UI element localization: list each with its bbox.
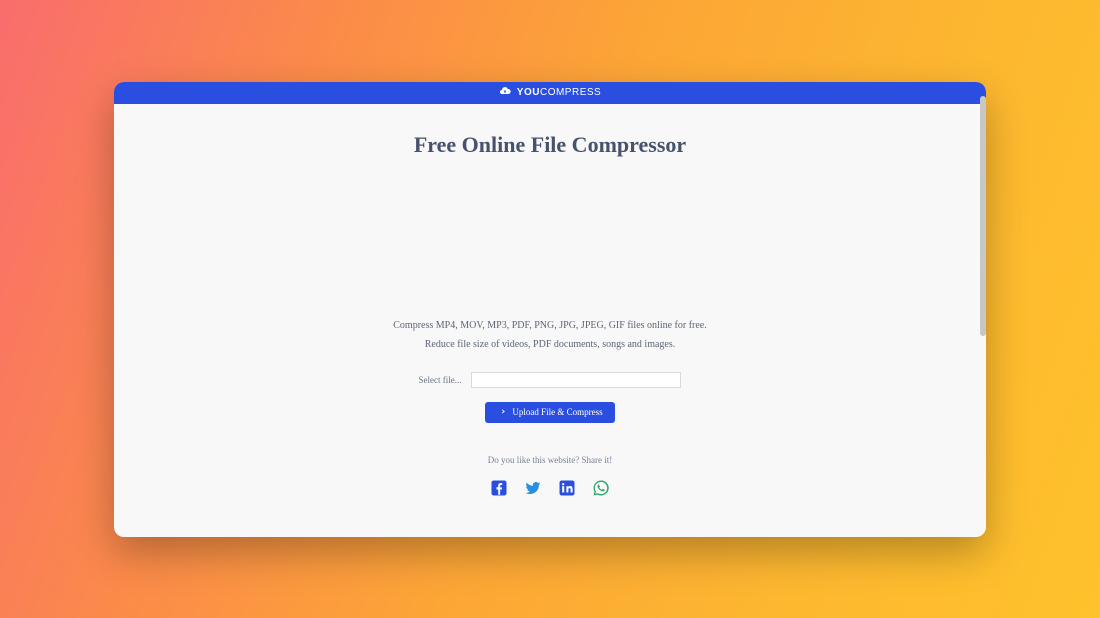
upload-compress-button[interactable]: Upload File & Compress: [485, 402, 614, 423]
linkedin-icon[interactable]: [558, 479, 576, 497]
whatsapp-icon[interactable]: [592, 479, 610, 497]
file-select-row: Select file...: [154, 372, 946, 388]
scrollbar[interactable]: [980, 96, 986, 336]
twitter-icon[interactable]: [524, 479, 542, 497]
ad-spacer: [154, 158, 946, 316]
logo-text: YOUCOMPRESS: [517, 87, 601, 98]
site-header[interactable]: YOUCOMPRESS: [114, 82, 986, 104]
arrow-right-icon: [497, 407, 506, 418]
social-share-row: [154, 479, 946, 497]
description-line-1: Compress MP4, MOV, MP3, PDF, PNG, JPG, J…: [154, 316, 946, 335]
app-window: YOUCOMPRESS Free Online File Compressor …: [114, 82, 986, 537]
file-input[interactable]: [471, 372, 681, 388]
file-select-label: Select file...: [419, 375, 462, 385]
main-content: Free Online File Compressor Compress MP4…: [114, 104, 986, 537]
description-line-2: Reduce file size of videos, PDF document…: [154, 335, 946, 354]
share-prompt: Do you like this website? Share it!: [154, 455, 946, 465]
cloud-upload-icon: [499, 85, 511, 100]
page-title: Free Online File Compressor: [154, 132, 946, 158]
facebook-icon[interactable]: [490, 479, 508, 497]
upload-button-label: Upload File & Compress: [512, 407, 602, 417]
